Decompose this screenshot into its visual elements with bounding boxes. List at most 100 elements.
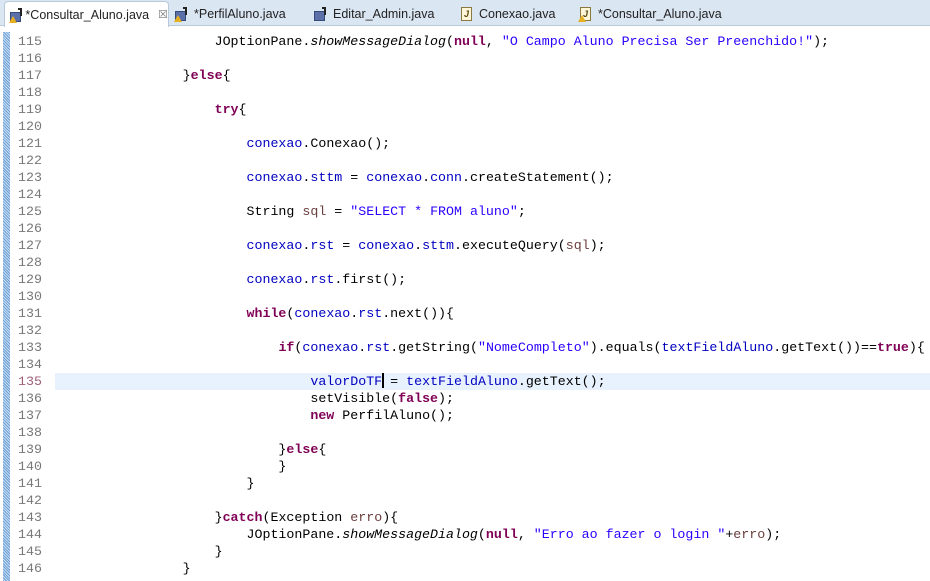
local-var: sql	[302, 204, 327, 219]
code-text[interactable]	[55, 50, 930, 67]
code-line[interactable]: 144 JOptionPane.showMessageDialog(null, …	[0, 526, 930, 543]
code-text[interactable]: }else{	[55, 441, 930, 458]
code-text[interactable]: valorDoTF = textFieldAluno.getText();	[55, 373, 930, 390]
line-number: 120	[18, 119, 42, 134]
code-text[interactable]: }	[55, 458, 930, 475]
code-text[interactable]: }else{	[55, 67, 930, 84]
code-line[interactable]: 136 setVisible(false);	[0, 390, 930, 407]
code-text[interactable]: }	[55, 475, 930, 492]
code-line[interactable]: 123 conexao.sttm = conexao.conn.createSt…	[0, 169, 930, 186]
keyword: else	[286, 442, 319, 457]
code-line[interactable]: 130	[0, 288, 930, 305]
code-token: );	[589, 238, 606, 253]
code-line[interactable]: 127 conexao.rst = conexao.sttm.executeQu…	[0, 237, 930, 254]
tab-conexao-java[interactable]: J Conexao.java	[455, 2, 555, 26]
line-number: 129	[18, 272, 42, 287]
code-text[interactable]: new PerfilAluno();	[55, 407, 930, 424]
keyword: new	[310, 408, 335, 423]
keyword: else	[190, 68, 223, 83]
code-line[interactable]: 137 new PerfilAluno();	[0, 407, 930, 424]
code-line[interactable]: 119 try{	[0, 101, 930, 118]
code-line[interactable]: 115 JOptionPane.showMessageDialog(null, …	[0, 33, 930, 50]
code-token: (	[477, 527, 486, 542]
code-token: =	[326, 204, 351, 219]
code-text[interactable]	[55, 254, 930, 271]
field-ref: conexao	[246, 136, 303, 151]
code-line[interactable]: 135 valorDoTF = textFieldAluno.getText()…	[0, 373, 930, 390]
code-text[interactable]: setVisible(false);	[55, 390, 930, 407]
local-var: erro	[350, 510, 383, 525]
code-line[interactable]: 140 }	[0, 458, 930, 475]
code-line[interactable]: 125 String sql = "SELECT * FROM aluno";	[0, 203, 930, 220]
code-text[interactable]: try{	[55, 101, 930, 118]
field-ref: conexao	[358, 238, 415, 253]
code-text[interactable]	[55, 322, 930, 339]
code-line[interactable]: 118	[0, 84, 930, 101]
code-line[interactable]: 122	[0, 152, 930, 169]
code-text[interactable]	[55, 288, 930, 305]
line-number: 130	[18, 289, 42, 304]
code-line[interactable]: 129 conexao.rst.first();	[0, 271, 930, 288]
code-line[interactable]: 124	[0, 186, 930, 203]
code-line[interactable]: 116	[0, 50, 930, 67]
java-file-icon: J	[459, 6, 475, 22]
tab-editar-admin-java[interactable]: Editar_Admin.java	[309, 2, 434, 26]
tab--consultar-aluno-java[interactable]: *Consultar_Aluno.java ☒	[4, 1, 169, 27]
line-number: 117	[18, 68, 42, 83]
code-text[interactable]	[55, 152, 930, 169]
code-line[interactable]: 133 if(conexao.rst.getString("NomeComple…	[0, 339, 930, 356]
code-token: .	[422, 170, 431, 185]
code-line[interactable]: 132	[0, 322, 930, 339]
tab-label: *PerfilAluno.java	[194, 7, 286, 21]
code-text[interactable]	[55, 118, 930, 135]
keyword: catch	[222, 510, 263, 525]
tab-label: *Consultar_Aluno.java	[25, 7, 150, 22]
line-number: 115	[18, 34, 42, 49]
code-line[interactable]: 145 }	[0, 543, 930, 560]
code-text[interactable]: conexao.rst.first();	[55, 271, 930, 288]
code-text[interactable]	[55, 220, 930, 237]
code-line[interactable]: 126	[0, 220, 930, 237]
code-line[interactable]: 134	[0, 356, 930, 373]
line-number: 118	[18, 85, 42, 100]
line-number: 139	[18, 442, 42, 457]
tab--consultar-aluno-java[interactable]: J *Consultar_Aluno.java	[574, 2, 722, 26]
code-text[interactable]: conexao.sttm = conexao.conn.createStatem…	[55, 169, 930, 186]
code-text[interactable]: JOptionPane.showMessageDialog(null, "Err…	[55, 526, 930, 543]
code-line[interactable]: 120	[0, 118, 930, 135]
code-line[interactable]: 141 }	[0, 475, 930, 492]
code-line[interactable]: 138	[0, 424, 930, 441]
code-text[interactable]	[55, 492, 930, 509]
code-line[interactable]: 121 conexao.Conexao();	[0, 135, 930, 152]
code-line[interactable]: 128	[0, 254, 930, 271]
code-text[interactable]: JOptionPane.showMessageDialog(null, "O C…	[55, 33, 930, 50]
close-tab-icon[interactable]: ☒	[158, 8, 168, 21]
code-text[interactable]: if(conexao.rst.getString("NomeCompleto")…	[55, 339, 930, 356]
code-text[interactable]: }	[55, 560, 930, 577]
code-text[interactable]	[55, 356, 930, 373]
line-number: 137	[18, 408, 42, 423]
field-ref: rst	[358, 306, 383, 321]
code-line[interactable]: 117 }else{	[0, 67, 930, 84]
tab--perfilaluno-java[interactable]: *PerfilAluno.java	[170, 2, 286, 26]
code-text[interactable]: String sql = "SELECT * FROM aluno";	[55, 203, 930, 220]
code-line[interactable]: 131 while(conexao.rst.next()){	[0, 305, 930, 322]
code-editor[interactable]: 115 JOptionPane.showMessageDialog(null, …	[0, 26, 930, 581]
code-text[interactable]: }	[55, 543, 930, 560]
static-method: showMessageDialog	[310, 34, 446, 49]
code-text[interactable]	[55, 186, 930, 203]
code-line[interactable]: 143 }catch(Exception erro){	[0, 509, 930, 526]
code-text[interactable]	[55, 424, 930, 441]
code-text[interactable]: while(conexao.rst.next()){	[55, 305, 930, 322]
code-line[interactable]: 142	[0, 492, 930, 509]
code-text[interactable]: conexao.rst = conexao.sttm.executeQuery(…	[55, 237, 930, 254]
code-text[interactable]: }catch(Exception erro){	[55, 509, 930, 526]
keyword: try	[214, 102, 239, 117]
code-text[interactable]	[55, 84, 930, 101]
code-line[interactable]: 146 }	[0, 560, 930, 577]
field-ref: conexao	[302, 340, 359, 355]
code-text[interactable]: conexao.Conexao();	[55, 135, 930, 152]
code-line[interactable]: 139 }else{	[0, 441, 930, 458]
